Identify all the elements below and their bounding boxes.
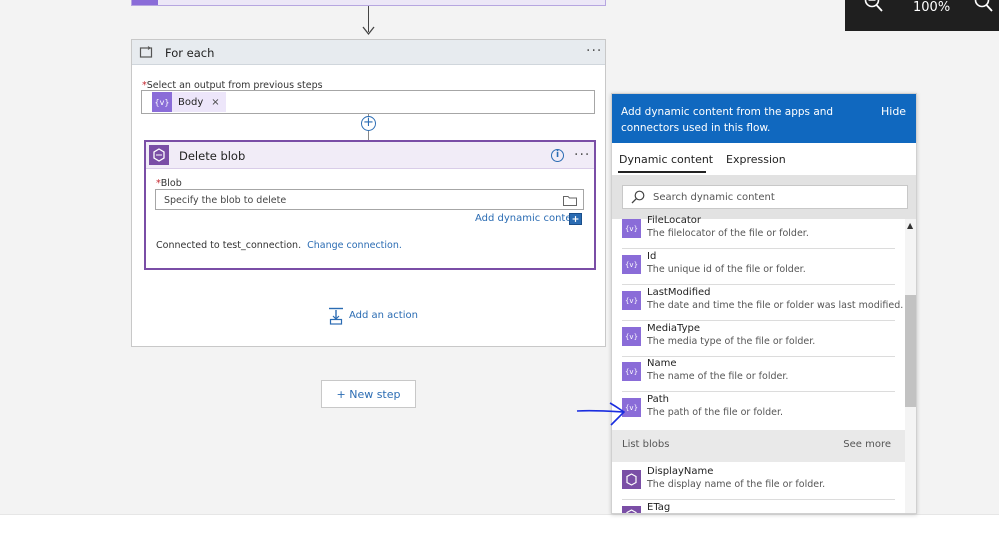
blob-field-label: *Blob (156, 178, 182, 189)
list-item[interactable]: ETag (612, 500, 905, 513)
foreach-header[interactable]: For each ··· (132, 40, 605, 65)
connected-text: Connected to test_connection. (156, 240, 302, 251)
search-input[interactable] (653, 190, 893, 205)
dynamic-content-list: {v} FileLocator The filelocator of the f… (612, 215, 905, 513)
add-dynamic-content-link[interactable]: Add dynamic content (475, 213, 582, 224)
change-connection-link[interactable]: Change connection. (307, 240, 402, 251)
blob-storage-icon (622, 506, 641, 513)
item-name: MediaType (647, 323, 701, 334)
folder-icon[interactable] (563, 194, 577, 206)
list-item[interactable]: {v} Name The name of the file or folder. (612, 356, 905, 392)
hide-panel-button[interactable]: Hide (881, 105, 906, 118)
foreach-title: For each (165, 46, 215, 60)
search-icon (631, 190, 645, 204)
dynamic-value-icon: {v} (152, 92, 172, 112)
dynamic-panel-header-text: Add dynamic content from the apps and co… (621, 106, 834, 134)
section-name: List blobs (622, 439, 670, 450)
zoom-toolbar: 100% (845, 0, 999, 31)
dynamic-value-icon: {v} (622, 362, 641, 381)
list-item[interactable]: {v} Id The unique id of the file or fold… (612, 249, 905, 285)
zoom-in-icon[interactable] (973, 0, 995, 14)
scrollbar[interactable]: ▲ (905, 219, 916, 513)
list-item[interactable]: {v} Path The path of the file or folder. (612, 392, 905, 428)
add-dynamic-content-icon[interactable] (569, 213, 582, 225)
item-description: The date and time the file or folder was… (647, 300, 904, 311)
connection-status: Connected to test_connection. Change con… (156, 240, 402, 251)
zoom-level: 100% (913, 0, 951, 15)
arrow-down-icon (362, 26, 375, 36)
item-name: LastModified (647, 287, 711, 298)
item-description: The media type of the file or folder. (647, 336, 816, 347)
add-action-link[interactable]: Add an action (349, 310, 418, 321)
section-header-list-blobs: List blobs See more (612, 430, 905, 462)
blob-storage-icon (149, 145, 169, 165)
connector-line (368, 131, 369, 140)
dynamic-value-icon: {v} (622, 291, 641, 310)
list-item[interactable]: {v} LastModified The date and time the f… (612, 285, 905, 321)
dynamic-panel-header: Add dynamic content from the apps and co… (612, 94, 916, 143)
item-name: Id (647, 251, 657, 262)
list-item[interactable]: {v} FileLocator The filelocator of the f… (612, 213, 905, 249)
item-description: The display name of the file or folder. (647, 479, 826, 490)
add-action-icon[interactable] (328, 307, 344, 325)
list-item[interactable]: {v} MediaType The media type of the file… (612, 321, 905, 357)
body-token-label: Body (178, 96, 204, 108)
dynamic-value-icon: {v} (622, 219, 641, 238)
scrollbar-thumb[interactable] (905, 295, 916, 407)
search-box[interactable] (622, 185, 908, 209)
loop-icon (139, 46, 153, 58)
scroll-up-icon[interactable]: ▲ (907, 221, 913, 230)
blob-input[interactable] (164, 193, 544, 207)
item-description: The path of the file or folder. (647, 407, 784, 418)
item-name: ETag (647, 502, 671, 513)
delete-blob-header[interactable]: Delete blob i ··· (146, 142, 594, 169)
insert-step-button[interactable]: + (361, 116, 376, 131)
item-name: DisplayName (647, 466, 714, 477)
zoom-out-icon[interactable] (863, 0, 885, 14)
see-more-link[interactable]: See more (843, 439, 891, 450)
blob-input-field[interactable] (155, 189, 584, 210)
foreach-menu-button[interactable]: ··· (586, 44, 602, 58)
delete-blob-menu-button[interactable]: ··· (574, 148, 590, 162)
item-name: FileLocator (647, 215, 702, 226)
item-name: Path (647, 394, 669, 405)
dynamic-value-icon: {v} (622, 327, 641, 346)
tab-dynamic-content[interactable]: Dynamic content (619, 153, 713, 166)
annotation-arrow-icon (576, 402, 626, 426)
info-icon[interactable]: i (551, 149, 564, 162)
list-item[interactable]: DisplayName The display name of the file… (612, 464, 905, 500)
item-description: The filelocator of the file or folder. (647, 228, 809, 239)
delete-blob-title: Delete blob (179, 149, 246, 163)
bottom-strip (0, 514, 999, 548)
new-step-button[interactable]: + New step (321, 380, 416, 408)
dynamic-value-icon: {v} (622, 255, 641, 274)
remove-token-icon[interactable]: × (211, 97, 219, 108)
previous-step-accent (132, 0, 158, 5)
item-description: The name of the file or folder. (647, 371, 789, 382)
item-description: The unique id of the file or folder. (647, 264, 806, 275)
active-tab-indicator (618, 171, 706, 173)
dynamic-panel-tabs: Dynamic content Expression (612, 143, 916, 175)
body-token[interactable]: {v} Body × (152, 92, 226, 112)
item-name: Name (647, 358, 677, 369)
output-input[interactable]: {v} Body × (141, 90, 595, 114)
blob-storage-icon (622, 470, 641, 489)
dynamic-content-panel: Add dynamic content from the apps and co… (611, 93, 917, 514)
tab-expression[interactable]: Expression (726, 153, 786, 166)
